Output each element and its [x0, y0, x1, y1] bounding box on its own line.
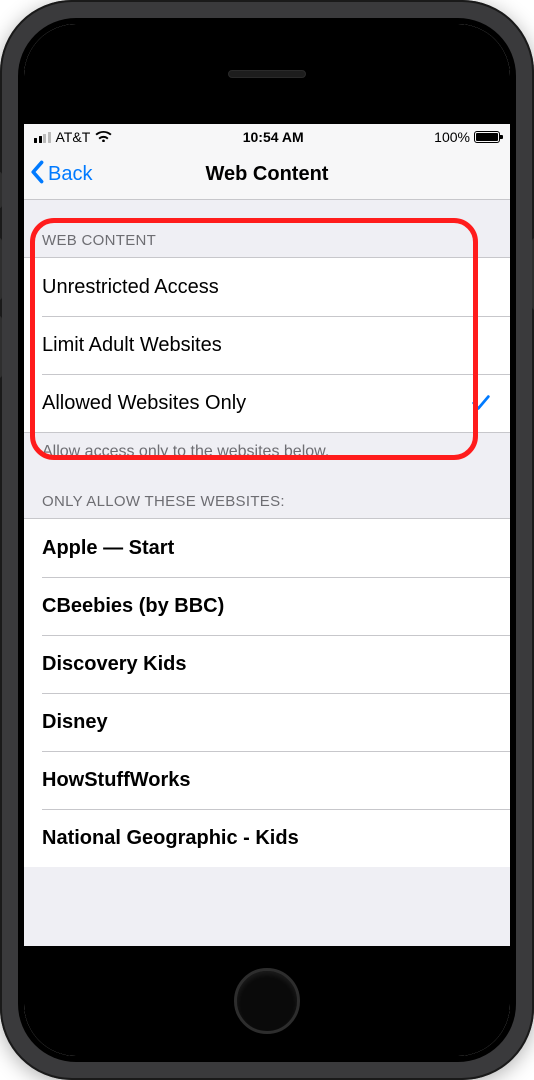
cellular-signal-icon	[34, 131, 51, 143]
section-header-allowed-sites: ONLY ALLOW THESE WEBSITES:	[24, 461, 510, 518]
allowed-site-row[interactable]: CBeebies (by BBC)	[24, 577, 510, 635]
site-label: Apple — Start	[42, 537, 174, 560]
page-title: Web Content	[24, 163, 510, 186]
allowed-site-row[interactable]: Disney	[24, 693, 510, 751]
navigation-bar: Back Web Content	[24, 150, 510, 200]
checkmark-icon	[470, 392, 492, 414]
battery-icon	[474, 131, 500, 143]
site-label: CBeebies (by BBC)	[42, 595, 224, 618]
site-label: Discovery Kids	[42, 653, 187, 676]
site-label: National Geographic - Kids	[42, 827, 299, 850]
option-label: Limit Adult Websites	[42, 334, 222, 357]
section-footer-web-content: Allow access only to the websites below.	[24, 433, 510, 461]
option-label: Unrestricted Access	[42, 276, 219, 299]
home-button[interactable]	[234, 968, 300, 1034]
status-time: 10:54 AM	[243, 129, 304, 145]
wifi-icon	[95, 131, 112, 144]
web-content-options-group: Unrestricted Access Limit Adult Websites…	[24, 257, 510, 433]
option-label: Allowed Websites Only	[42, 392, 246, 415]
option-limit-adult-websites[interactable]: Limit Adult Websites	[24, 316, 510, 374]
back-label: Back	[48, 163, 92, 186]
allowed-sites-group: Apple — Start CBeebies (by BBC) Discover…	[24, 518, 510, 867]
section-header-web-content: WEB CONTENT	[24, 200, 510, 257]
allowed-site-row[interactable]: National Geographic - Kids	[24, 809, 510, 867]
carrier-label: AT&T	[56, 129, 91, 145]
status-bar: AT&T 10:54 AM 100%	[24, 124, 510, 150]
option-unrestricted-access[interactable]: Unrestricted Access	[24, 258, 510, 316]
allowed-site-row[interactable]: HowStuffWorks	[24, 751, 510, 809]
option-allowed-websites-only[interactable]: Allowed Websites Only	[24, 374, 510, 432]
allowed-site-row[interactable]: Discovery Kids	[24, 635, 510, 693]
allowed-site-row[interactable]: Apple — Start	[24, 519, 510, 577]
site-label: HowStuffWorks	[42, 769, 191, 792]
site-label: Disney	[42, 711, 108, 734]
battery-percent-label: 100%	[434, 129, 470, 145]
content-scroll[interactable]: WEB CONTENT Unrestricted Access Limit Ad…	[24, 200, 510, 946]
back-button[interactable]: Back	[24, 160, 92, 190]
chevron-left-icon	[30, 160, 46, 190]
